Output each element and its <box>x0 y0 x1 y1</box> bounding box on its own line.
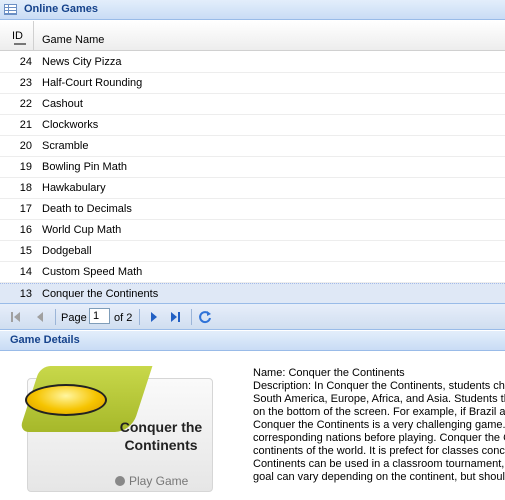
table-row[interactable]: 16 World Cup Math <box>0 220 505 241</box>
description-line: corresponding nations before playing. Co… <box>253 432 505 444</box>
row-id: 17 <box>19 203 32 215</box>
table-row-selected[interactable]: 13 Conquer the Continents <box>0 283 505 304</box>
row-game-name: Half-Court Rounding <box>42 77 143 89</box>
row-game-name: Scramble <box>42 140 89 152</box>
sort-indicator-icon <box>14 43 26 45</box>
table-row[interactable]: 21 Clockworks <box>0 115 505 136</box>
table-row[interactable]: 20 Scramble <box>0 136 505 157</box>
row-id: 16 <box>19 224 32 236</box>
last-page-icon[interactable] <box>169 310 183 324</box>
page-count-label: of 2 <box>114 312 133 324</box>
row-game-name: World Cup Math <box>42 224 122 236</box>
refresh-icon[interactable] <box>198 310 212 324</box>
table-row[interactable]: 22 Cashout <box>0 94 505 115</box>
toolbar-separator <box>55 309 56 325</box>
row-id: 19 <box>19 161 32 173</box>
table-row[interactable]: 15 Dodgeball <box>0 241 505 262</box>
description-line: Conquer the Continents is a very challen… <box>253 419 505 431</box>
row-game-name: Hawkabulary <box>42 182 106 194</box>
details-panel-header: Game Details <box>0 331 505 351</box>
toolbar-separator <box>139 309 140 325</box>
thumbnail-title: Conquer the Continents <box>119 419 203 453</box>
column-header-game-name[interactable]: Game Name <box>42 34 104 46</box>
row-id: 14 <box>19 266 32 278</box>
grid-column-header: ID Game Name <box>0 21 505 51</box>
description-line: South America, Europe, Africa, and Asia.… <box>253 393 505 405</box>
row-id: 23 <box>19 77 32 89</box>
row-id: 20 <box>19 140 32 152</box>
play-game-button[interactable]: Play Game <box>115 474 188 488</box>
table-row[interactable]: 23 Half-Court Rounding <box>0 73 505 94</box>
row-id: 13 <box>19 288 32 300</box>
row-game-name: Clockworks <box>42 119 99 131</box>
thumbnail-oval-icon <box>25 384 107 416</box>
grid-icon <box>4 4 17 15</box>
description-line: goal can vary depending on the continent… <box>253 471 505 483</box>
description-line: Continents can be used in a classroom to… <box>253 458 505 470</box>
prev-page-icon[interactable] <box>34 310 48 324</box>
row-game-name: News City Pizza <box>42 56 122 68</box>
toolbar-separator <box>191 309 192 325</box>
games-grid-body: 24 News City Pizza 23 Half-Court Rounding … <box>0 52 505 304</box>
table-row[interactable]: 19 Bowling Pin Math <box>0 157 505 178</box>
game-description: Name: Conquer the Continents Description… <box>253 367 505 484</box>
column-header-id[interactable]: ID <box>0 21 34 50</box>
games-panel-title: Online Games <box>24 3 98 15</box>
description-line: Description: In Conquer the Continents, … <box>253 380 505 392</box>
row-id: 24 <box>19 56 32 68</box>
play-game-label: Play Game <box>129 474 189 488</box>
description-line: continents of the world. It is prefect f… <box>253 445 505 457</box>
table-row[interactable]: 14 Custom Speed Math <box>0 262 505 283</box>
table-row[interactable]: 17 Death to Decimals <box>0 199 505 220</box>
row-game-name: Cashout <box>42 98 83 110</box>
row-game-name: Conquer the Continents <box>42 288 159 300</box>
table-row[interactable]: 18 Hawkabulary <box>0 178 505 199</box>
first-page-icon[interactable] <box>10 310 24 324</box>
play-icon <box>115 476 125 486</box>
games-panel-header: Online Games <box>0 0 505 20</box>
column-id-label: ID <box>12 30 23 42</box>
row-game-name: Custom Speed Math <box>42 266 143 278</box>
row-game-name: Dodgeball <box>42 245 92 257</box>
description-line: Name: Conquer the Continents <box>253 367 405 379</box>
paging-toolbar: Page of 2 <box>0 303 505 330</box>
row-game-name: Bowling Pin Math <box>42 161 127 173</box>
row-id: 22 <box>19 98 32 110</box>
description-line: on the bottom of the screen. For example… <box>253 406 505 418</box>
row-id: 18 <box>19 182 32 194</box>
table-row[interactable]: 24 News City Pizza <box>0 52 505 73</box>
row-id: 15 <box>19 245 32 257</box>
details-panel-body: Conquer the Continents Play Game Name: C… <box>0 352 505 500</box>
row-game-name: Death to Decimals <box>42 203 132 215</box>
page-label: Page <box>61 312 87 324</box>
row-id: 21 <box>19 119 32 131</box>
details-panel-title: Game Details <box>10 334 80 346</box>
game-thumbnail[interactable]: Conquer the Continents Play Game <box>19 366 215 494</box>
next-page-icon[interactable] <box>148 310 162 324</box>
page-number-input[interactable] <box>89 308 110 324</box>
